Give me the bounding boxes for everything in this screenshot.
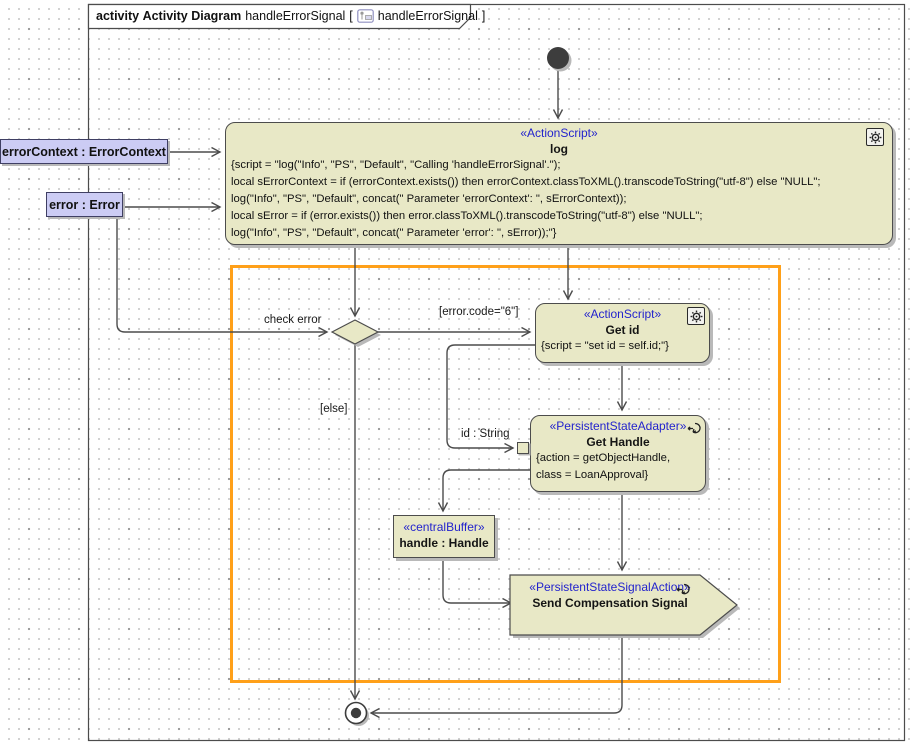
param-error-label: error : Error [49,198,120,212]
script-gear-icon [687,307,705,325]
frame-ref-close: ] [482,9,485,23]
action-log-script-line: log("Info", "PS", "Default", concat(" Pa… [226,191,892,208]
script-gear-icon [866,128,884,146]
edge-label-check-error: check error [264,314,322,326]
action-log[interactable]: «ActionScript» log {script = "log("Info"… [225,122,893,245]
action-get-id-name: Get id [536,322,709,338]
frame-name: handleErrorSignal [245,9,345,23]
central-buffer-stereotype: «centralBuffer» [394,519,494,535]
final-node-core [351,708,361,718]
decision-node[interactable] [332,320,378,344]
input-pin-id[interactable] [517,442,529,454]
action-get-handle-stereotype: «PersistentStateAdapter» [531,418,705,434]
frame-title: activity Activity Diagram handleErrorSig… [96,7,485,25]
adapter-behavior-icon [687,420,704,437]
param-node-errorcontext[interactable]: errorContext : ErrorContext [0,139,168,164]
edge-send-to-final[interactable] [371,636,622,713]
action-log-script-line: local sError = if (error.exists()) then … [226,208,892,225]
action-get-id-script: {script = "set id = self.id;"} [536,338,709,355]
action-get-id-stereotype: «ActionScript» [536,306,709,322]
edge-buffer-to-send[interactable] [443,558,511,603]
pin-label-id-string: id : String [461,428,510,440]
edge-label-else: [else] [320,403,348,415]
central-buffer-name: handle : Handle [394,535,494,551]
edge-gethandle-to-buffer[interactable] [443,470,530,511]
action-log-script-line: local sErrorContext = if (errorContext.e… [226,174,892,191]
central-buffer-node[interactable]: «centralBuffer» handle : Handle [393,515,495,558]
initial-node[interactable] [547,47,569,69]
edges-layer [0,0,913,746]
action-log-stereotype: «ActionScript» [226,125,892,141]
frame-kind: activity [96,9,139,23]
edge-label-guard-code: [error.code="6"] [439,306,518,318]
param-node-error[interactable]: error : Error [46,192,123,217]
adapter-behavior-icon [676,581,693,598]
frame-ref-name: handleErrorSignal [378,9,478,23]
action-log-name: log [226,141,892,157]
activity-frame [89,5,905,741]
action-get-handle-name: Get Handle [531,434,705,450]
diagram-icon [357,9,374,23]
param-errorcontext-label: errorContext : ErrorContext [2,145,166,159]
action-get-handle-prop: {action = getObjectHandle, [531,450,705,467]
action-log-script-line: {script = "log("Info", "PS", "Default", … [226,157,892,174]
diagram-canvas: activity Activity Diagram handleErrorSig… [0,0,913,746]
action-get-handle-prop: class = LoanApproval} [531,467,705,484]
frame-type: Activity Diagram [143,9,242,23]
action-get-handle[interactable]: «PersistentStateAdapter» Get Handle {act… [530,415,706,492]
action-get-id[interactable]: «ActionScript» Get id {script = "set id … [535,303,710,363]
frame-ref-open: [ [349,9,352,23]
action-log-script-line: log("Info", "PS", "Default", concat(" Pa… [226,225,892,242]
